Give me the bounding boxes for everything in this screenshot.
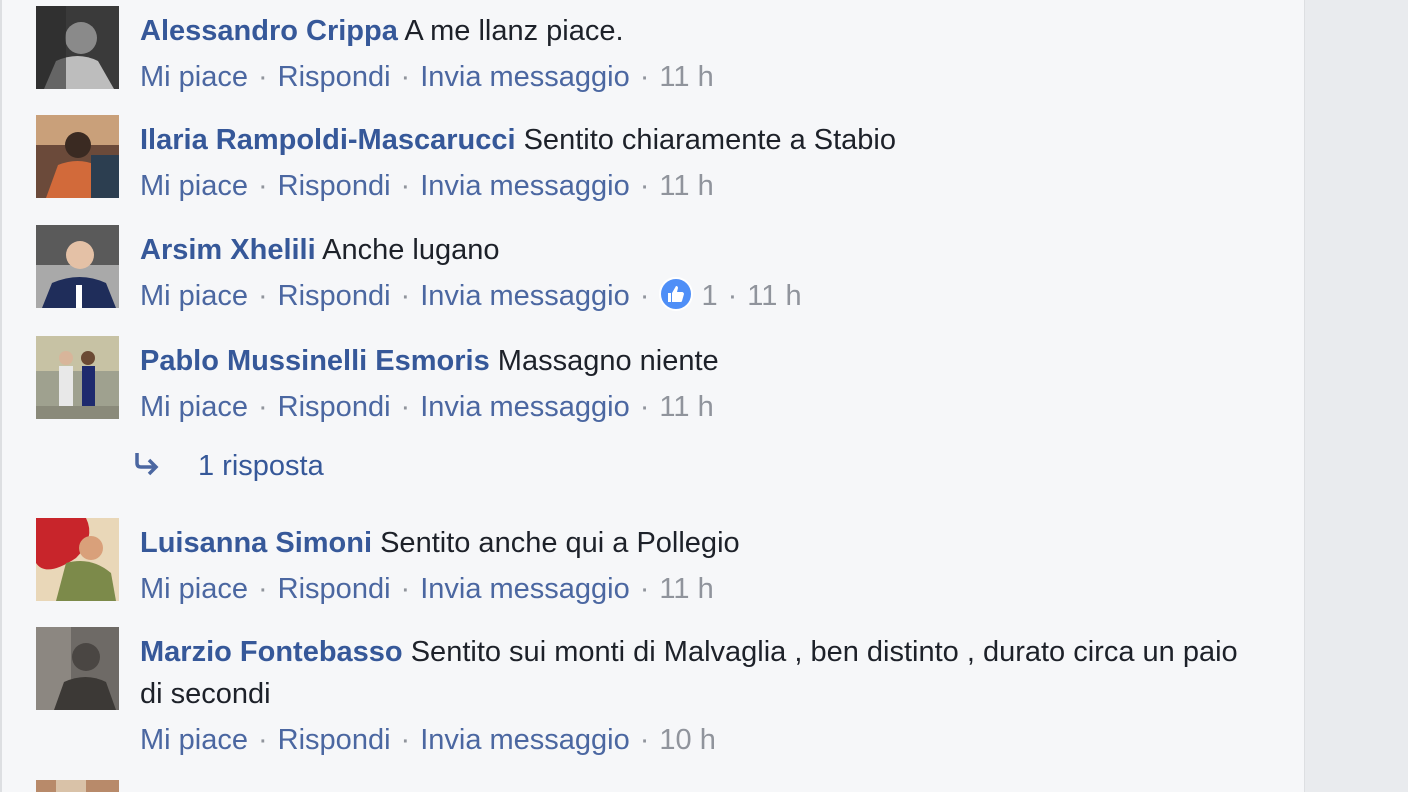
view-replies-link[interactable]: 1 risposta — [132, 445, 324, 487]
separator: · — [639, 170, 650, 202]
separator: · — [400, 391, 411, 423]
comment-actions: Mi piace · Rispondi · Invia messaggio · 11 h — [140, 568, 1250, 610]
like-button[interactable]: Mi piace — [140, 280, 248, 312]
comment-text: Sentito anche qui a Pollegio — [380, 527, 740, 559]
separator: · — [727, 280, 738, 312]
reply-arrow-icon — [135, 453, 159, 476]
comment-text: Anche lugano — [322, 234, 500, 266]
avatar[interactable] — [36, 225, 119, 308]
avatar[interactable] — [36, 115, 119, 198]
reply-button[interactable]: Rispondi — [278, 280, 391, 312]
reply-button[interactable]: Rispondi — [278, 61, 391, 93]
separator: · — [258, 61, 268, 93]
send-message-button[interactable]: Invia messaggio — [420, 280, 630, 312]
like-reaction-badge[interactable] — [659, 277, 694, 311]
thumbs-up-icon — [668, 286, 685, 302]
separator: · — [639, 61, 650, 93]
like-button[interactable]: Mi piace — [140, 170, 248, 202]
avatar[interactable] — [36, 518, 119, 601]
send-message-button[interactable]: Invia messaggio — [420, 573, 630, 605]
like-count[interactable]: 1 — [701, 280, 717, 312]
reply-button[interactable]: Rispondi — [278, 724, 391, 756]
comment-author[interactable]: Marzio Fontebasso — [140, 636, 403, 668]
comment-text: A me llanz piace. — [404, 15, 624, 47]
avatar[interactable] — [36, 336, 119, 419]
separator: · — [639, 573, 650, 605]
like-button[interactable]: Mi piace — [140, 724, 248, 756]
comment-timestamp[interactable]: 11 h — [659, 391, 713, 423]
comment-timestamp[interactable]: 10 h — [659, 724, 715, 756]
separator: · — [400, 724, 411, 756]
separator: · — [639, 280, 650, 312]
comment-actions: Mi piace · Rispondi · Invia messaggio · 11 h — [140, 56, 1250, 98]
separator: · — [639, 724, 650, 756]
comment-author[interactable]: Pablo Mussinelli Esmoris — [140, 345, 490, 377]
separator: · — [258, 573, 268, 605]
separator: · — [258, 391, 268, 423]
send-message-button[interactable]: Invia messaggio — [420, 391, 630, 423]
avatar[interactable] — [36, 627, 119, 710]
comment-author[interactable]: Alessandro Crippa — [140, 15, 398, 47]
comment-timestamp[interactable]: 11 h — [659, 170, 713, 202]
like-button[interactable]: Mi piace — [140, 391, 248, 423]
comment-author[interactable]: Ilaria Rampoldi-Mascarucci — [140, 124, 516, 156]
right-sidebar — [1304, 0, 1408, 792]
comment-author[interactable]: Luisanna Simoni — [140, 527, 372, 559]
separator: · — [400, 170, 411, 202]
avatar[interactable] — [36, 780, 119, 792]
comment-actions: Mi piace · Rispondi · Invia messaggio · 10 h — [140, 719, 1250, 761]
reply-button[interactable]: Rispondi — [278, 573, 391, 605]
separator: · — [400, 61, 411, 93]
reply-button[interactable]: Rispondi — [278, 391, 391, 423]
comment-text: Sentito chiaramente a Stabio — [523, 124, 896, 156]
comment-timestamp[interactable]: 11 h — [659, 61, 713, 93]
send-message-button[interactable]: Invia messaggio — [420, 61, 630, 93]
comments-panel: Alessandro Crippa A me llanz piace. Mi p… — [0, 0, 1304, 792]
send-message-button[interactable]: Invia messaggio — [420, 170, 630, 202]
send-message-button[interactable]: Invia messaggio — [420, 724, 630, 756]
separator: · — [400, 573, 411, 605]
comment-timestamp[interactable]: 11 h — [747, 280, 801, 312]
separator: · — [639, 391, 650, 423]
comment-timestamp[interactable]: 11 h — [659, 573, 713, 605]
comment-author[interactable]: Arsim Xhelili — [140, 234, 316, 266]
separator: · — [400, 280, 411, 312]
separator: · — [258, 724, 268, 756]
comment-text: Massagno niente — [497, 345, 719, 377]
like-button[interactable]: Mi piace — [140, 573, 248, 605]
like-button[interactable]: Mi piace — [140, 61, 248, 93]
reply-button[interactable]: Rispondi — [278, 170, 391, 202]
separator: · — [258, 170, 268, 202]
comment-actions: Mi piace · Rispondi · Invia messaggio · 1 · 11 … — [140, 275, 1250, 317]
replies-count-label[interactable]: 1 risposta — [198, 450, 324, 482]
comment-actions: Mi piace · Rispondi · Invia messaggio · 11 h — [140, 386, 1250, 428]
comment-actions: Mi piace · Rispondi · Invia messaggio · 11 h — [140, 165, 1250, 207]
avatar[interactable] — [36, 6, 119, 89]
separator: · — [258, 280, 268, 312]
